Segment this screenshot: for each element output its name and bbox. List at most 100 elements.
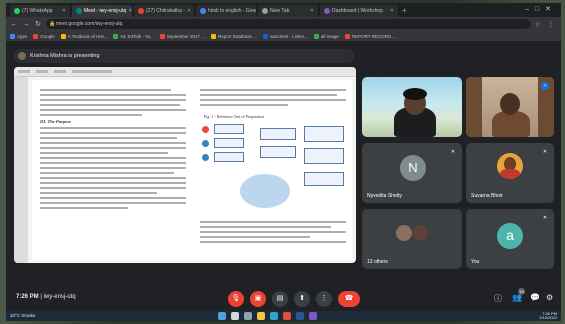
mic-off-icon: ✕ (541, 214, 549, 222)
document-sidebar (14, 77, 28, 263)
presenter-text: Krishna Mishra is presenting (30, 53, 100, 59)
bookmark-item[interactable]: A Textbook of Hist... (60, 33, 108, 39)
tab-favicon (200, 8, 206, 14)
system-tray-clock[interactable]: 7:26 PM 2/10/2022 (539, 312, 557, 320)
document-page: III. The Purpose Fig. 1 - Reference Test… (32, 80, 352, 260)
bookmark-icon (263, 33, 269, 39)
end-call-button[interactable]: ☎ (338, 291, 360, 307)
bookmark-item[interactable]: Report Database ... (211, 33, 257, 39)
bookmark-item[interactable]: REPORT RECORD ... (344, 33, 397, 39)
avatar (18, 52, 26, 60)
bookmark-icon (60, 33, 66, 39)
new-tab-icon[interactable]: + (402, 5, 407, 17)
taskbar-apps (218, 312, 317, 320)
file-explorer-icon[interactable] (257, 312, 265, 320)
browser-tab-active[interactable]: Meet - iwy-ensj-utq ✕ (72, 5, 132, 17)
shared-screen: III. The Purpose Fig. 1 - Reference Test… (14, 67, 356, 263)
self-tile[interactable]: a You ✕ (466, 209, 554, 269)
participant-tile[interactable] (362, 77, 462, 137)
figure-node-icon (202, 154, 209, 161)
text-column-left: III. The Purpose (40, 86, 186, 212)
chat-icon[interactable]: 💬 (530, 293, 540, 302)
browser-tab[interactable]: Dashboard | Workshop ✕ (320, 5, 398, 17)
back-icon[interactable]: ← (10, 21, 18, 28)
close-icon[interactable]: ✕ (390, 5, 394, 17)
figure-box (260, 128, 296, 140)
figure-box (304, 126, 344, 142)
chrome-icon[interactable] (283, 312, 291, 320)
bookmark-item[interactable]: Google (33, 33, 55, 39)
participant-tile[interactable]: N Nyvedita Shetty ✕ (362, 143, 462, 203)
reload-icon[interactable]: ↻ (34, 20, 42, 28)
present-button[interactable]: ⬆ (294, 291, 310, 307)
more-options-button[interactable]: ⋮ (316, 291, 332, 307)
address-bar: ← → ↻ 🔒 meet.google.com/iwy-ensj-utq ☆ ⋮ (6, 17, 561, 31)
figure-node-icon (202, 140, 209, 147)
meet-stage: Krishna Mishra is presenting III. The Pu… (6, 43, 561, 321)
search-icon[interactable] (231, 312, 239, 320)
tab-label: (7) WhatsApp (22, 8, 53, 14)
extension-icons[interactable]: ☆ ⋮ (535, 21, 557, 28)
figure-box (214, 138, 244, 148)
figure-box (214, 124, 244, 134)
mic-off-icon: ✕ (541, 148, 549, 156)
close-icon[interactable]: ✕ (62, 5, 66, 17)
url-text: meet.google.com/iwy-ensj-utq (56, 21, 123, 27)
browser-tab[interactable]: (27) Chitrakatha - ✕ (134, 5, 194, 17)
avatar: N (400, 155, 426, 181)
bookmark-label: A Textbook of Hist... (67, 33, 108, 39)
tab-favicon (14, 8, 20, 14)
close-icon[interactable]: ✕ (128, 5, 132, 17)
camera-toggle-button[interactable]: ▣ (250, 291, 266, 307)
avatar (497, 153, 523, 179)
close-icon[interactable]: ✕ (310, 5, 314, 17)
captions-button[interactable]: ▤ (272, 291, 288, 307)
mic-off-icon: ✕ (449, 148, 457, 156)
tab-strip: (7) WhatsApp ✕ Meet - iwy-ensj-utq ✕ (27) … (6, 3, 561, 17)
edge-icon[interactable] (270, 312, 278, 320)
forward-icon[interactable]: → (22, 21, 30, 28)
bookmark-icon (313, 33, 319, 39)
bookmark-item[interactable]: all image (313, 33, 339, 39)
close-icon[interactable]: ✕ (187, 5, 191, 17)
tray-date: 2/10/2022 (539, 315, 557, 320)
participant-tile[interactable]: • (466, 77, 554, 137)
lock-icon: 🔒 (49, 21, 56, 27)
meeting-clock: 7:26 PM | iwy-ensj-utq (16, 294, 76, 300)
activities-icon[interactable]: ⚙ (546, 293, 553, 302)
browser-tab[interactable]: New Tab ✕ (258, 5, 318, 17)
bookmark-label: REPORT RECORD ... (351, 33, 397, 39)
meeting-controls: 7:26 PM | iwy-ensj-utq 🎙 ▣ ▤ ⬆ ⋮ ☎ ⓘ 👥 1… (6, 288, 561, 310)
tab-favicon (76, 8, 82, 14)
windows-start-icon[interactable] (218, 312, 226, 320)
weather-widget[interactable]: 33°C Smoke (10, 313, 35, 318)
bookmark-item[interactable]: NI: EdTalk - Yo... (113, 33, 154, 39)
tab-label: Dashboard | Workshop (332, 8, 383, 14)
bookmark-icon (211, 33, 217, 39)
participant-tile[interactable]: Suvarna Bhoir ✕ (466, 143, 554, 203)
bookmark-item[interactable]: Apps (10, 33, 28, 39)
word-icon[interactable] (296, 312, 304, 320)
bookmark-label: September 2017 ... (166, 33, 206, 39)
tab-favicon (262, 8, 268, 14)
participant-name: Nyvedita Shetty (367, 193, 403, 199)
task-view-icon[interactable] (244, 312, 252, 320)
browser-tab[interactable]: hindi to english - Google S✕ (196, 5, 256, 17)
window-controls[interactable]: –□✕ (525, 5, 557, 13)
bookmark-item[interactable]: sanchetit - LinkIn... (263, 33, 308, 39)
bookmark-label: Apps (17, 33, 28, 39)
store-icon[interactable] (309, 312, 317, 320)
document-toolbar (14, 67, 356, 77)
bookmark-icon (33, 33, 39, 39)
participant-hair (403, 88, 427, 100)
url-input[interactable]: 🔒 meet.google.com/iwy-ensj-utq (46, 19, 531, 29)
participant-head (500, 93, 520, 115)
bookmark-item[interactable]: September 2017 ... (159, 33, 206, 39)
figure-diagram (200, 122, 348, 212)
info-icon[interactable]: ⓘ (494, 293, 502, 304)
browser-tab[interactable]: (7) WhatsApp ✕ (10, 5, 70, 17)
participant-count-badge: 13 (518, 288, 525, 295)
others-tile[interactable]: 13 others (362, 209, 462, 269)
mic-toggle-button[interactable]: 🎙 (228, 291, 244, 307)
mic-icon: • (541, 82, 549, 90)
